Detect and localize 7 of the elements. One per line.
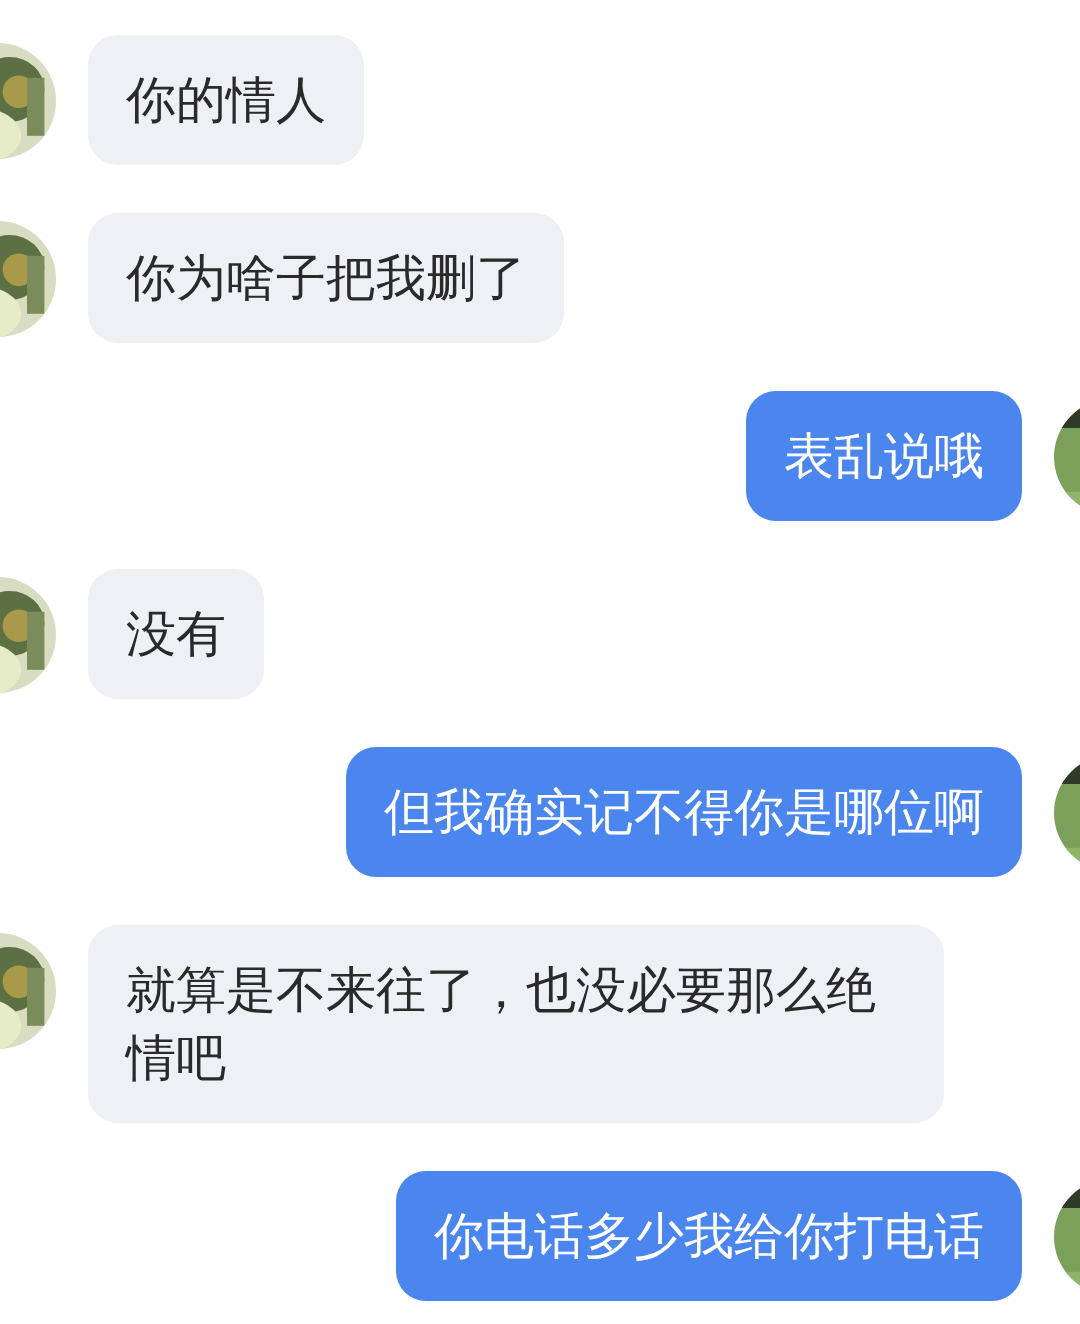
message-bubble: 但我确实记不得你是哪位啊 bbox=[346, 747, 1022, 877]
message-bubble: 你电话多少我给你打电话 bbox=[396, 1171, 1022, 1301]
message-bubble: 就算是不来往了，也没必要那么绝情吧 bbox=[88, 925, 944, 1123]
message-bubble: 你的情人 bbox=[88, 35, 364, 165]
message-bubble: 你为啥子把我删了 bbox=[88, 213, 564, 343]
message-bubble: 表乱说哦 bbox=[746, 391, 1022, 521]
message-bubble: 没有 bbox=[88, 569, 264, 699]
